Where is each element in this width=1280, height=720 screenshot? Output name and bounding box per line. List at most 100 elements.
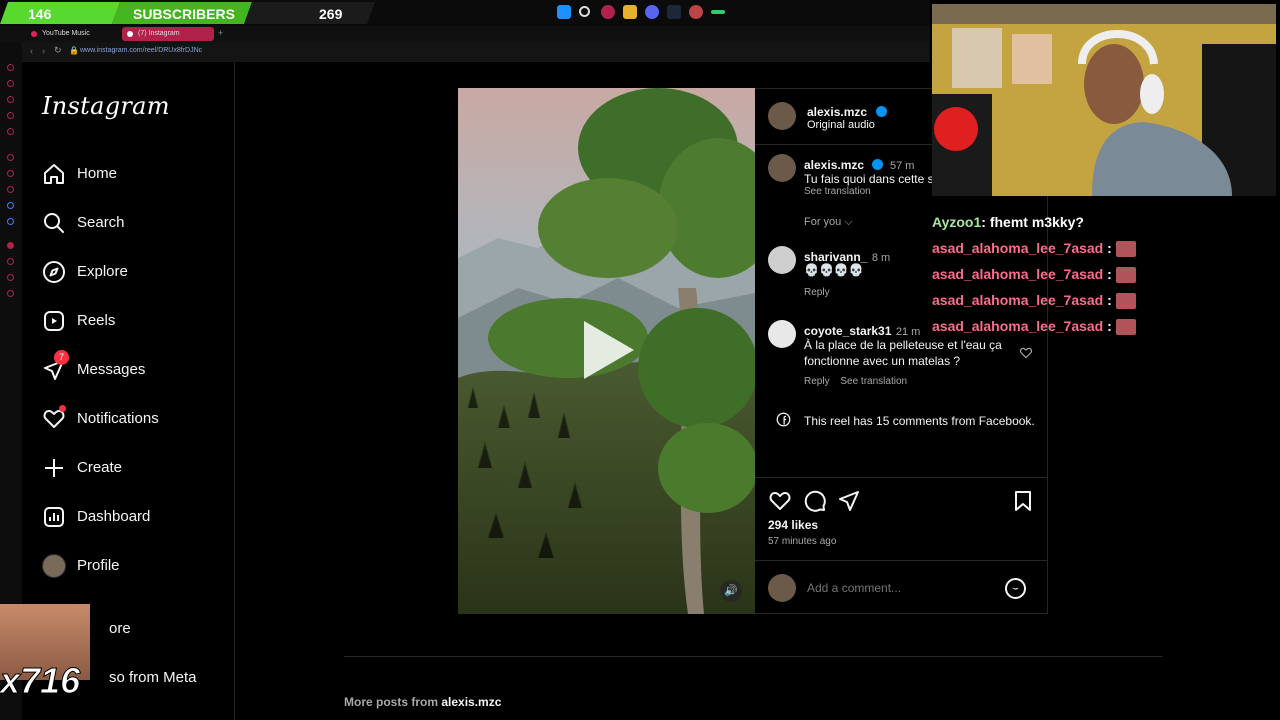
nav-notifications[interactable]: Notifications: [42, 405, 222, 435]
tab-instagram[interactable]: (7) Instagram: [122, 27, 214, 41]
nav-messages[interactable]: 7 Messages: [42, 350, 222, 386]
comment-avatar[interactable]: [768, 246, 796, 274]
post-time: 57 minutes ago: [768, 536, 837, 547]
instagram-logo[interactable]: Instagram: [42, 92, 170, 120]
subscriber-label: SUBSCRIBERS: [133, 6, 235, 22]
rail-icon[interactable]: [7, 112, 14, 119]
streamer-webcam: [932, 4, 1276, 196]
emote-image: [1115, 319, 1136, 336]
rail-icon[interactable]: [7, 96, 14, 103]
rail-icon[interactable]: [7, 154, 14, 161]
comment-icon[interactable]: [803, 489, 827, 513]
reply-link[interactable]: Reply: [804, 287, 830, 298]
likes-count[interactable]: 294 likes: [768, 518, 818, 532]
rail-icon[interactable]: [7, 290, 14, 297]
steam-icon[interactable]: [667, 5, 681, 19]
forward-icon[interactable]: ›: [42, 46, 45, 56]
post-author[interactable]: alexis.mzc: [807, 105, 867, 119]
nav-explore[interactable]: Explore: [42, 258, 222, 288]
discord-icon[interactable]: [645, 5, 659, 19]
reel-video[interactable]: 🔊: [458, 88, 755, 614]
tab-youtube-music[interactable]: YouTube Music: [26, 27, 118, 41]
nav-search[interactable]: Search: [42, 209, 222, 239]
comment-actions: Reply See translation: [804, 376, 907, 387]
reply-link[interactable]: Reply: [804, 376, 830, 387]
more-posts-heading: More posts from alexis.mzc: [344, 695, 502, 709]
notification-dot: [59, 405, 66, 412]
see-translation-link[interactable]: See translation: [840, 376, 907, 387]
share-icon[interactable]: [837, 489, 861, 513]
dashboard-icon: [44, 507, 64, 527]
audio-label[interactable]: Original audio: [807, 119, 875, 131]
comment-avatar[interactable]: [768, 154, 796, 182]
webcam-image: [932, 4, 1276, 196]
emote-counter: x716: [0, 660, 81, 702]
rail-icon[interactable]: [7, 186, 14, 193]
rail-icon[interactable]: [7, 218, 14, 225]
app-icon[interactable]: [711, 10, 725, 14]
emote-image: [1115, 241, 1136, 258]
for-you-dropdown[interactable]: For you ⌵: [804, 216, 853, 229]
verified-icon: [871, 159, 883, 170]
chat-message: Ayzoo1: fhemt m3kky?: [932, 214, 1084, 230]
comment-text: À la place de la pelleteuse et l'eau ça …: [804, 338, 1002, 368]
url-text[interactable]: www.instagram.com/reel/DRUx8frDJNc: [80, 47, 202, 54]
reload-icon[interactable]: ↻: [54, 45, 62, 56]
compass-icon: [43, 261, 65, 283]
bookmark-icon[interactable]: [1011, 489, 1035, 513]
play-icon[interactable]: [584, 321, 634, 379]
subscriber-goal: 269: [319, 6, 343, 22]
plus-icon: [45, 459, 63, 477]
comment-text: 💀💀💀💀: [804, 263, 864, 277]
address-bar[interactable]: ‹ › ↻ 🔒 www.instagram.com/reel/DRUx8frDJ…: [0, 42, 930, 62]
home-icon: [44, 164, 64, 184]
facebook-icon: [776, 412, 791, 427]
avatar: [768, 574, 796, 602]
like-comment-icon[interactable]: [1019, 346, 1033, 360]
emote-image: [1115, 267, 1136, 284]
rail-icon[interactable]: [7, 80, 14, 87]
subscriber-count: 146: [28, 6, 52, 22]
comment-input[interactable]: [807, 579, 987, 597]
comment-avatar[interactable]: [768, 320, 796, 348]
app-icon[interactable]: [689, 5, 703, 19]
comment-text: Tu fais quoi dans cette s: [804, 172, 934, 186]
like-icon[interactable]: [768, 489, 792, 513]
rail-icon[interactable]: [7, 128, 14, 135]
rail-icon[interactable]: [7, 170, 14, 177]
folder-icon[interactable]: [623, 5, 637, 19]
rail-icon[interactable]: [7, 64, 14, 71]
rail-icon[interactable]: [7, 242, 14, 249]
chat-message: asad_alahoma_lee_7asad :: [932, 266, 1136, 284]
nav-home[interactable]: Home: [42, 160, 222, 190]
see-translation-link[interactable]: See translation: [804, 186, 871, 197]
nav-dashboard[interactable]: Dashboard: [42, 503, 222, 533]
more-posts-author[interactable]: alexis.mzc: [441, 695, 501, 709]
emoji-icon[interactable]: ⌣: [1005, 578, 1026, 599]
chevron-down-icon: ⌵: [844, 216, 853, 228]
volume-icon[interactable]: 🔊: [720, 580, 742, 602]
new-tab-button[interactable]: +: [218, 28, 223, 38]
chat-message: asad_alahoma_lee_7asad :: [932, 240, 1136, 258]
facebook-comments-note[interactable]: This reel has 15 comments from Facebook.: [804, 414, 1035, 428]
divider: [344, 656, 1163, 657]
stream-emote-overlay: x716: [0, 604, 90, 720]
rail-icon[interactable]: [7, 274, 14, 281]
windows-start-icon[interactable]: [557, 5, 571, 19]
author-avatar[interactable]: [768, 102, 796, 130]
lock-icon: 🔒: [69, 46, 79, 55]
opera-icon[interactable]: [601, 5, 615, 19]
divider: [755, 477, 1048, 478]
nav-reels[interactable]: Reels: [42, 307, 222, 337]
messages-badge: 7: [54, 350, 69, 365]
emote-image: [1115, 293, 1136, 310]
chat-message: asad_alahoma_lee_7asad :: [932, 292, 1136, 310]
nav-create[interactable]: Create: [42, 454, 222, 484]
nav-profile[interactable]: Profile: [42, 552, 222, 582]
rail-icon[interactable]: [7, 258, 14, 265]
rail-icon[interactable]: [7, 202, 14, 209]
search-icon: [44, 213, 64, 233]
search-icon[interactable]: [579, 6, 590, 17]
back-icon[interactable]: ‹: [30, 46, 33, 56]
divider: [755, 560, 1048, 561]
